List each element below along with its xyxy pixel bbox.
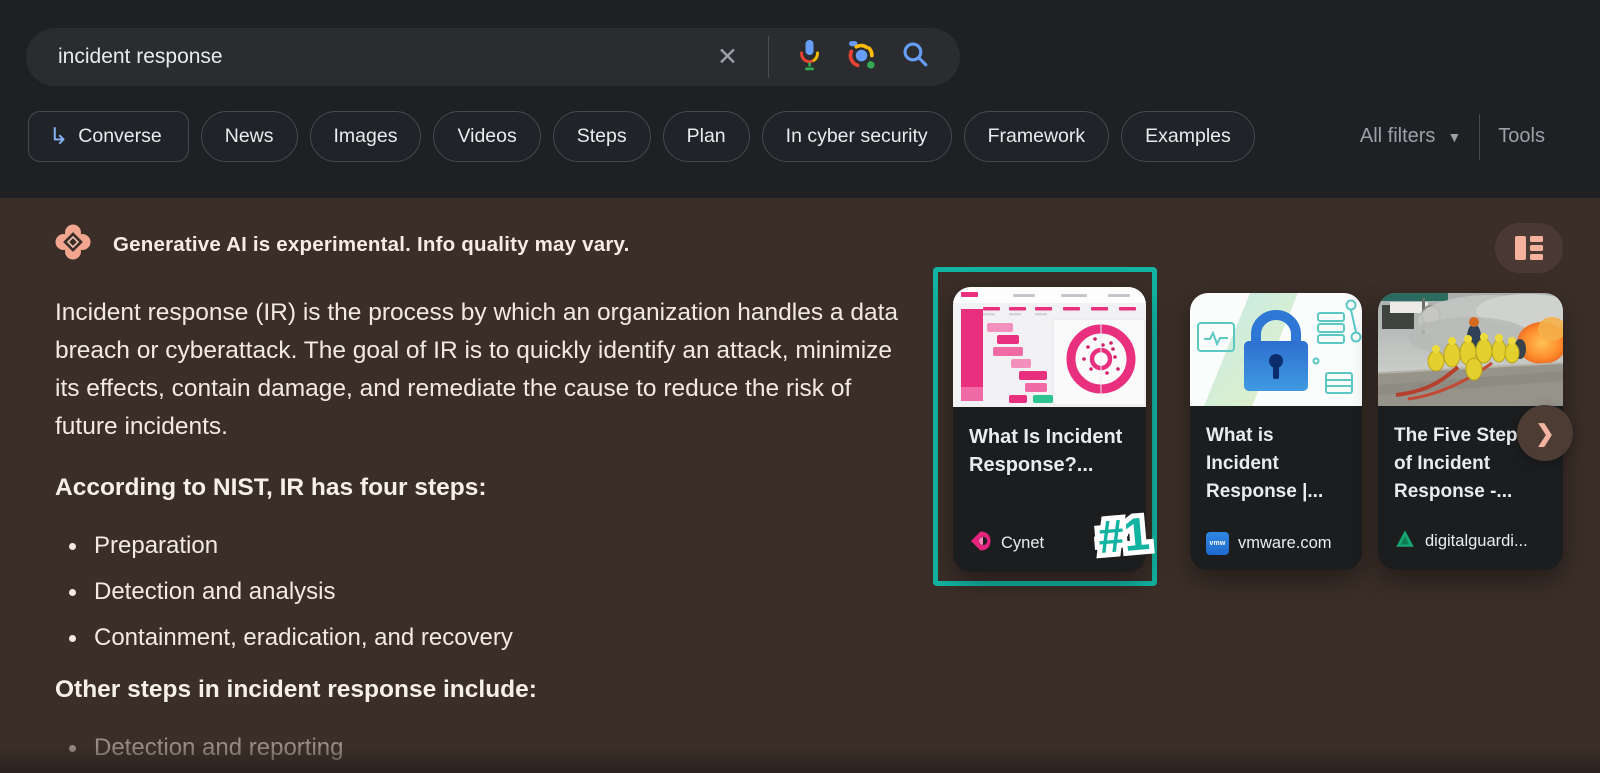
list-item-text: Containment, eradication, and recovery [94, 624, 513, 651]
chip-framework[interactable]: Framework [963, 111, 1110, 162]
sge-ai-section: Generative AI is experimental. Info qual… [0, 198, 1600, 773]
chip-examples[interactable]: Examples [1121, 111, 1255, 162]
vmware-favicon-icon: vmw [1206, 532, 1229, 555]
carousel-next-button[interactable]: ❯ [1517, 405, 1573, 461]
tools-button[interactable]: Tools [1498, 125, 1545, 148]
nist-heading: According to NIST, IR has four steps: [55, 474, 487, 501]
filter-chips-row: ↳ Converse News Images Videos Steps Plan… [28, 111, 1255, 162]
chip-videos[interactable]: Videos [433, 111, 541, 162]
search-bar[interactable]: incident response ✕ [26, 28, 960, 86]
ai-answer: Incident response (IR) is the process by… [55, 294, 907, 773]
card-title: What Is Incident Response?... [969, 426, 1123, 476]
layout-grid-icon [1515, 236, 1543, 260]
search-header: incident response ✕ ↳ Converse News Imag… [0, 0, 1600, 198]
card-title: What is Incident Response |... [1206, 425, 1324, 502]
all-filters-button[interactable]: All filters ▼ [1360, 125, 1461, 148]
chip-news[interactable]: News [200, 111, 298, 162]
search-icon [901, 40, 930, 74]
filters-tools-group: All filters ▼ Tools [1360, 111, 1545, 162]
chip-label: Images [333, 125, 398, 147]
lock-illustration-image [1190, 293, 1362, 406]
chevron-down-icon: ▼ [1447, 128, 1462, 145]
lens-search-button[interactable] [846, 39, 877, 75]
list-item: Detection and analysis [55, 580, 907, 604]
clear-icon[interactable]: ✕ [715, 44, 740, 70]
google-sge-results-page: { "search": { "query": "incident respons… [0, 0, 1600, 773]
chip-label: In cyber security [785, 125, 928, 147]
card-source-row: Cynet [969, 530, 1044, 557]
converse-arrow-icon: ↳ [49, 123, 69, 149]
cynet-logo-icon [969, 530, 992, 557]
bullet-icon [69, 542, 76, 550]
chip-in-cyber-security[interactable]: In cyber security [761, 111, 952, 162]
chip-converse[interactable]: ↳ Converse [28, 111, 189, 162]
chip-label: Examples [1145, 125, 1231, 147]
chip-images[interactable]: Images [309, 111, 422, 162]
bullet-icon [69, 634, 76, 642]
all-filters-label: All filters [1359, 125, 1436, 147]
card-source-row: digitalguardi... [1394, 528, 1528, 555]
chip-label: News [224, 125, 274, 147]
list-item-text: Preparation [94, 532, 219, 559]
ai-notice-row: Generative AI is experimental. Info qual… [55, 224, 630, 265]
search-input[interactable]: incident response [58, 45, 715, 69]
chip-label: Plan [686, 125, 726, 147]
chip-steps[interactable]: Steps [552, 111, 651, 162]
search-bar-divider [768, 36, 769, 78]
chevron-right-icon: ❯ [1535, 419, 1555, 446]
google-lens-icon [846, 39, 877, 75]
grid-view-button[interactable] [1495, 223, 1563, 273]
chip-label: Converse [78, 125, 162, 147]
list-item: Containment, eradication, and recovery [55, 626, 907, 650]
chip-plan[interactable]: Plan [662, 111, 750, 162]
voice-search-button[interactable] [797, 38, 822, 77]
list-item-text: Detection and analysis [94, 578, 336, 605]
answer-paragraph: Incident response (IR) is the process by… [55, 299, 899, 440]
bullet-icon [69, 744, 76, 752]
other-steps-heading: Other steps in incident response include… [55, 676, 537, 703]
list-item-text: Detection and reporting [94, 734, 344, 761]
image-card-cynet[interactable]: What Is Incident Response?... Cynet [953, 287, 1146, 572]
microphone-icon [797, 38, 822, 77]
digitalguardian-logo-icon [1394, 528, 1416, 555]
list-item: Detection and reporting [55, 736, 907, 760]
list-item: Preparation [55, 534, 907, 558]
notice-bold: Generative AI is experimental. [113, 232, 412, 256]
card-source-row: vmw vmware.com [1206, 532, 1332, 555]
search-bar-actions: ✕ [715, 36, 930, 78]
sge-sparkle-icon [55, 224, 91, 265]
image-card-vmware[interactable]: What is Incident Response |... vmw vmwar… [1190, 293, 1362, 570]
notice-quality: Info quality may vary. [416, 232, 630, 256]
bullet-icon [69, 588, 76, 596]
chip-label: Videos [457, 125, 517, 147]
card-source: vmware.com [1238, 534, 1332, 552]
card-source: digitalguardi... [1425, 532, 1528, 550]
ai-experimental-notice: Generative AI is experimental. Info qual… [113, 233, 630, 257]
filters-divider [1479, 113, 1481, 160]
cynet-dashboard-image [953, 287, 1146, 407]
firefighters-photo-image [1378, 293, 1563, 406]
chip-label: Framework [987, 125, 1086, 147]
other-steps-list: Detection and reporting Triage and analy… [55, 736, 907, 773]
card-source: Cynet [1001, 534, 1045, 552]
nist-steps-list: Preparation Detection and analysis Conta… [55, 534, 907, 650]
chip-label: Steps [576, 125, 627, 147]
search-submit-button[interactable] [901, 40, 930, 74]
